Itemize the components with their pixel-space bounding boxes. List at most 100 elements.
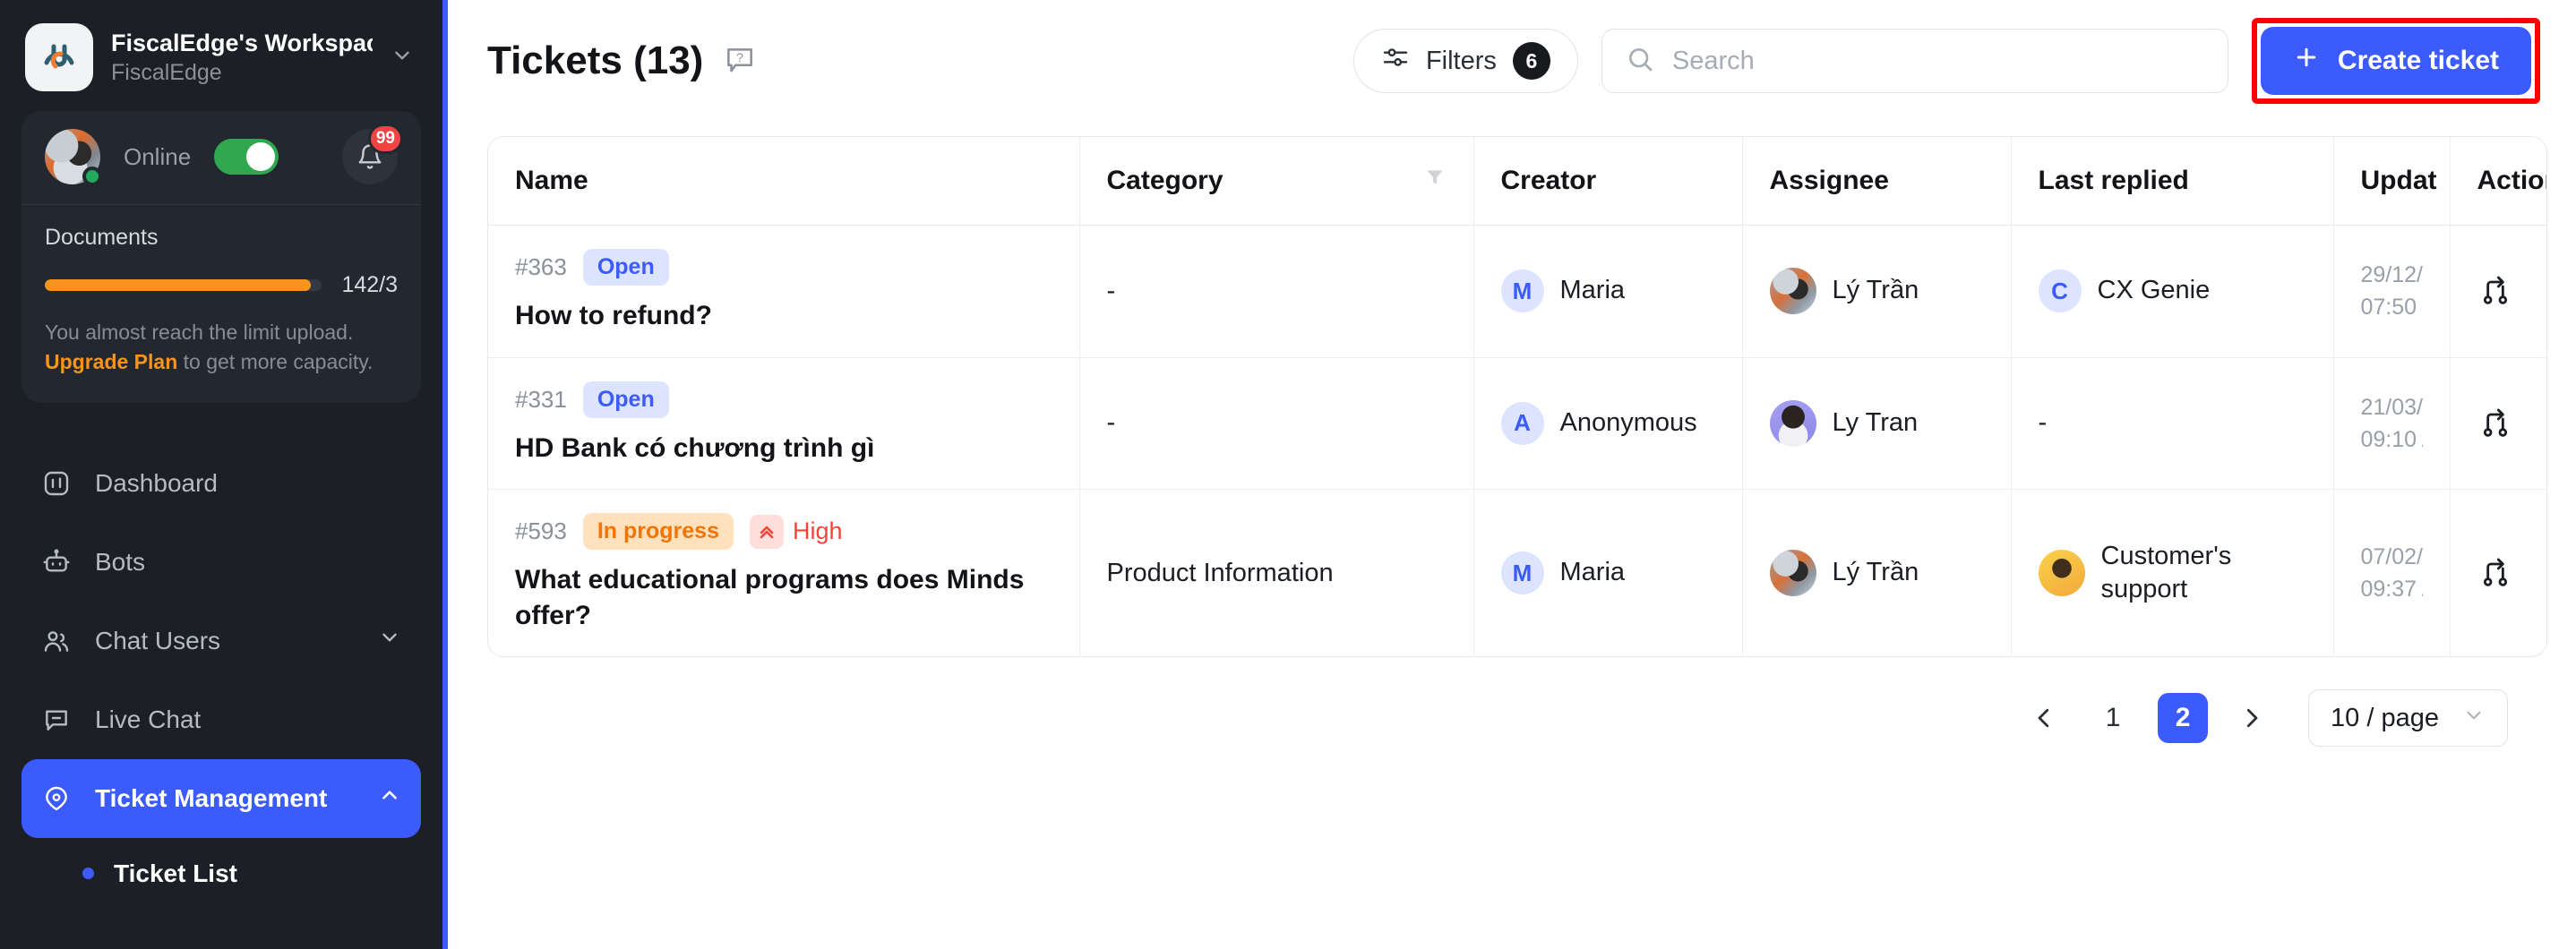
ticket-title[interactable]: HD Bank có chương trình gì [515, 431, 1052, 466]
edit-ticket-icon[interactable] [2544, 555, 2547, 591]
merge-ticket-icon[interactable] [2477, 555, 2513, 591]
table-row[interactable]: #363 Open How to refund? - M Maria Lý Tr… [488, 225, 2547, 358]
sidebar-item-dashboard[interactable]: Dashboard [21, 444, 421, 523]
cell-name[interactable]: #363 Open How to refund? [488, 225, 1080, 358]
cell-updated: 29/12/2 07:50 P [2333, 225, 2451, 358]
sidebar-subitem-ticket-list[interactable]: Ticket List [21, 838, 421, 910]
last-replied-name: CX Genie [2097, 276, 2211, 305]
page-button-2[interactable]: 2 [2158, 693, 2209, 744]
status-badge: In progress [582, 513, 734, 551]
sidebar-item-label: Chat Users [95, 626, 221, 654]
avatar: M [1500, 269, 1544, 313]
sidebar-item-bots[interactable]: Bots [21, 523, 421, 602]
funnel-icon[interactable] [1423, 166, 1447, 196]
cell-category: - [1079, 357, 1474, 491]
header-actions: Filters 6 Create ticket [1352, 18, 2540, 104]
notification-count-badge: 99 [367, 124, 403, 154]
cell-name[interactable]: #331 Open HD Bank có chương trình gì [488, 357, 1080, 491]
column-label: Name [515, 166, 588, 195]
creator-name: Anonymous [1559, 408, 1697, 438]
sidebar: FiscalEdge's Workspace FiscalEdge Online [0, 0, 448, 949]
ticket-title[interactable]: What educational programs does Minds off… [515, 562, 1052, 633]
avatar [1769, 399, 1816, 447]
notifications[interactable]: 99 [342, 124, 403, 184]
cell-assignee[interactable]: Lý Trần [1742, 225, 2012, 358]
filters-button[interactable]: Filters 6 [1352, 29, 1578, 93]
cell-actions [2450, 357, 2547, 491]
merge-ticket-icon[interactable] [2477, 406, 2513, 441]
updated-date: 21/03/2 [2360, 394, 2423, 420]
assignee: Ly Tran [1769, 399, 1984, 447]
category-value: - [1106, 276, 1116, 305]
last-replied: C CX Genie [2038, 269, 2306, 313]
upgrade-plan-link[interactable]: Upgrade Plan [45, 350, 177, 373]
column-header-last-replied[interactable]: Last replied [2011, 137, 2334, 226]
sidebar-item-chat-users[interactable]: Chat Users [21, 602, 421, 680]
status-badge: Open [582, 380, 669, 418]
search-icon [1626, 45, 1654, 78]
cell-assignee[interactable]: Ly Tran [1742, 357, 2012, 491]
avatar [1769, 268, 1816, 315]
sidebar-item-label: Bots [95, 547, 146, 576]
page-size-select[interactable]: 10 / page [2308, 689, 2508, 748]
sidebar-item-ticket-management[interactable]: Ticket Management [21, 758, 421, 838]
ticket-id: #363 [515, 253, 567, 280]
chevron-down-icon[interactable] [378, 626, 401, 655]
column-label: Category [1106, 166, 1224, 195]
column-header-category[interactable]: Category [1079, 137, 1474, 226]
online-toggle[interactable] [214, 139, 279, 175]
category-value: - [1106, 408, 1116, 438]
sidebar-subitem-label: Ticket List [114, 859, 237, 887]
cell-category: - [1079, 225, 1474, 358]
sidebar-item-live-chat[interactable]: Live Chat [21, 680, 421, 759]
column-label: Creator [1500, 166, 1597, 195]
assignee-name: Lý Trần [1832, 558, 1919, 587]
page-button-1[interactable]: 1 [2088, 693, 2138, 743]
online-status-dot [82, 167, 102, 186]
ticket-title[interactable]: How to refund? [515, 298, 1052, 334]
sidebar-item-label: Dashboard [95, 468, 218, 497]
help-tooltip-icon[interactable]: ? [723, 44, 757, 78]
active-bullet-icon [82, 868, 94, 880]
chevron-right-icon[interactable] [2228, 694, 2276, 742]
chevron-up-icon[interactable] [378, 783, 401, 813]
search-box[interactable] [1601, 29, 2228, 93]
priority-badge: High [750, 514, 843, 549]
edit-ticket-icon[interactable] [2544, 273, 2547, 309]
column-label: Assignee [1769, 166, 1889, 195]
chevron-down-icon[interactable] [391, 44, 417, 72]
column-header-name[interactable]: Name [488, 137, 1080, 226]
table-row[interactable]: #331 Open HD Bank có chương trình gì - A… [488, 357, 2547, 491]
avatar[interactable] [45, 129, 102, 186]
cell-assignee[interactable]: Lý Trần [1742, 489, 2012, 657]
chevrons-up-icon [750, 514, 784, 549]
cell-creator: M Maria [1473, 489, 1743, 657]
workspace-title: FiscalEdge's Workspace [111, 29, 373, 56]
last-replied: Customer's support [2038, 540, 2306, 607]
ticket-id: #593 [515, 517, 567, 545]
avatar: M [1500, 551, 1544, 595]
toggle-knob [246, 142, 276, 171]
edit-ticket-icon[interactable] [2544, 406, 2547, 441]
workspace-subtitle: FiscalEdge [111, 59, 222, 85]
documents-title: Documents [45, 225, 159, 250]
updated-time: 07:50 P [2360, 295, 2423, 321]
workspace-switcher[interactable]: FiscalEdge's Workspace FiscalEdge [0, 0, 442, 111]
column-header-updated[interactable]: Updat [2333, 137, 2451, 226]
avatar [2038, 550, 2085, 597]
table-row[interactable]: #593 In progress High What educational p… [488, 489, 2547, 657]
assignee: Lý Trần [1769, 268, 1984, 315]
chevron-left-icon[interactable] [2020, 694, 2068, 742]
column-label: Last replied [2038, 166, 2189, 195]
row-actions [2477, 406, 2547, 441]
cx-genie-logo-icon [25, 23, 93, 91]
avatar [1769, 550, 1816, 597]
column-header-creator[interactable]: Creator [1473, 137, 1743, 226]
merge-ticket-icon[interactable] [2477, 273, 2513, 309]
column-header-assignee[interactable]: Assignee [1742, 137, 2012, 226]
create-ticket-button[interactable]: Create ticket [2260, 27, 2531, 95]
cell-name[interactable]: #593 In progress High What educational p… [488, 489, 1080, 657]
chevron-down-icon [2462, 704, 2486, 733]
users-icon [41, 626, 72, 656]
search-input[interactable] [1671, 46, 2204, 76]
